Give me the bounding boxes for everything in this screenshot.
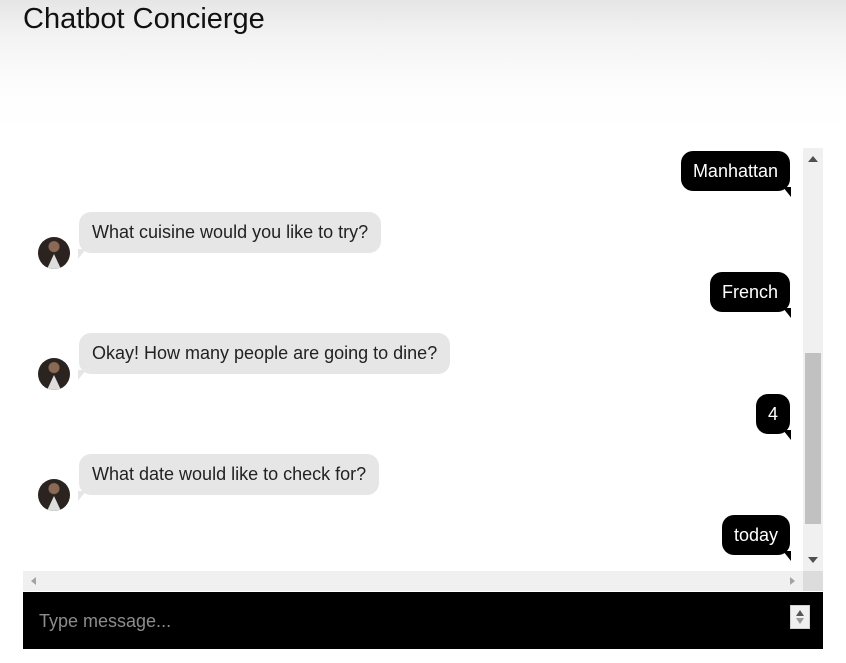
user-message: 4 — [755, 394, 792, 440]
stepper-up-icon[interactable] — [796, 610, 804, 616]
scroll-up-arrow-icon[interactable] — [808, 156, 818, 162]
bot-message: What cuisine would you like to try? — [77, 212, 382, 259]
vertical-scrollbar[interactable] — [803, 148, 823, 571]
chat-window: Manhattan What cuisine would you like to… — [23, 148, 823, 591]
bot-avatar-icon — [38, 358, 70, 390]
scroll-down-arrow-icon[interactable] — [808, 557, 818, 563]
scroll-left-arrow-icon[interactable] — [31, 577, 36, 585]
composer-bar — [23, 592, 823, 651]
bot-message: What date would like to check for? — [77, 454, 380, 501]
app-title: Chatbot Concierge — [23, 3, 265, 35]
user-message: today — [721, 515, 792, 561]
bot-avatar-icon — [38, 479, 70, 511]
bot-avatar-icon — [38, 237, 70, 269]
bot-message: Okay! How many people are going to dine? — [77, 333, 451, 380]
user-message: French — [709, 272, 792, 318]
scroll-right-arrow-icon[interactable] — [790, 577, 795, 585]
stepper-icon[interactable] — [790, 605, 810, 629]
scrollbar-corner — [803, 571, 823, 591]
message-list[interactable]: Manhattan What cuisine would you like to… — [23, 148, 803, 571]
vertical-scroll-thumb[interactable] — [805, 353, 821, 524]
stepper-down-icon[interactable] — [796, 618, 804, 624]
message-input[interactable] — [37, 592, 781, 651]
user-message: Manhattan — [680, 151, 792, 197]
horizontal-scrollbar[interactable] — [23, 571, 803, 591]
